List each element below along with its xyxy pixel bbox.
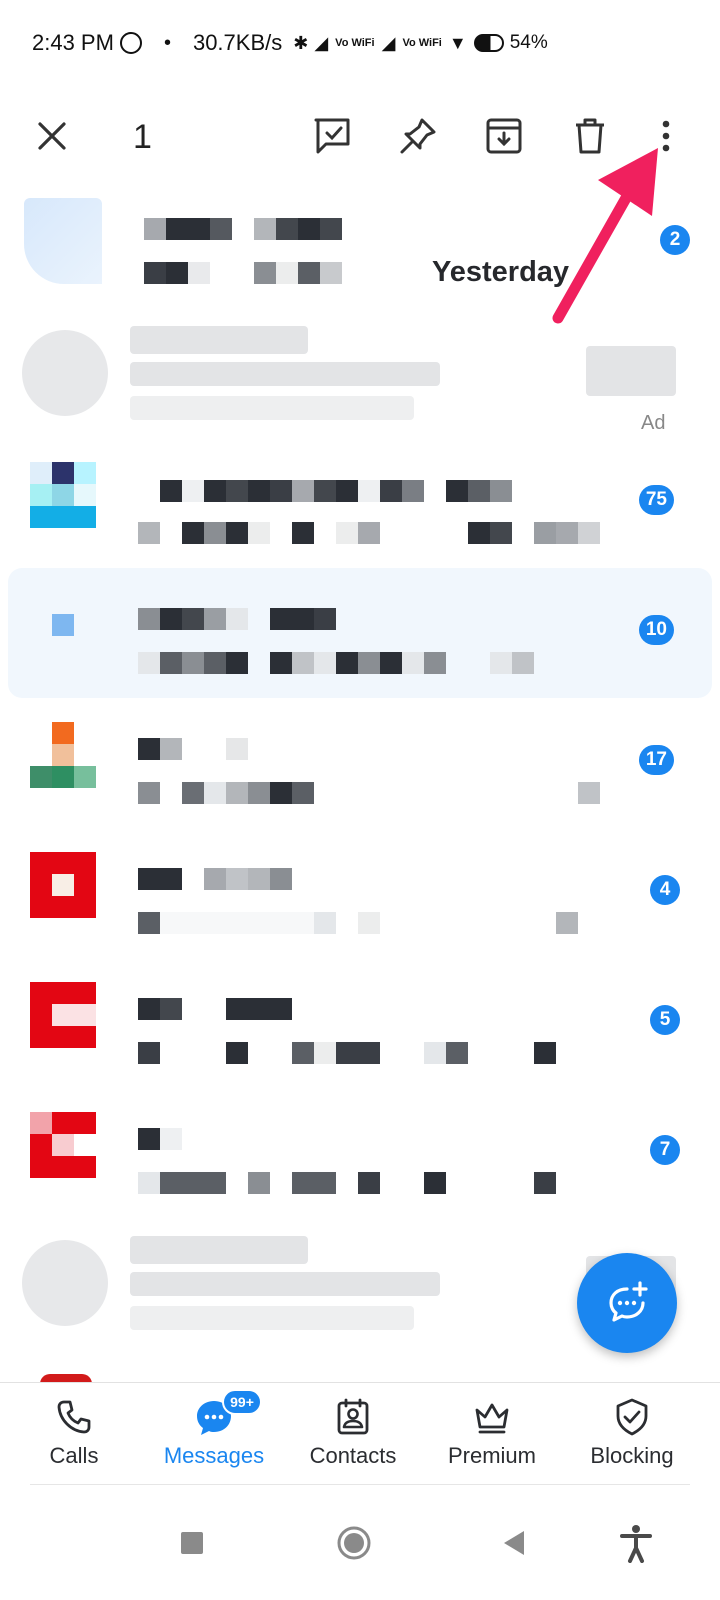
accessibility-icon[interactable] <box>616 1523 656 1563</box>
avatar <box>30 852 96 918</box>
nav-label: Premium <box>447 1443 536 1468</box>
unread-badge: 4 <box>650 875 680 905</box>
conversation-item[interactable]: 17 <box>0 698 720 828</box>
avatar <box>30 462 96 528</box>
nav-label: Blocking <box>590 1443 674 1468</box>
shield-check-icon <box>616 1398 648 1436</box>
conversation-item[interactable]: 75 <box>0 438 720 568</box>
avatar <box>30 1112 96 1178</box>
ad-title-placeholder <box>130 326 308 354</box>
back-icon[interactable] <box>494 1523 534 1563</box>
redacted-preview <box>138 522 600 544</box>
nav-premium[interactable]: Premium <box>422 1383 562 1485</box>
redacted-name <box>138 998 292 1020</box>
crown-icon <box>475 1403 509 1434</box>
redacted-preview <box>138 652 534 674</box>
conversation-item[interactable]: 5 <box>0 958 720 1088</box>
redacted-preview <box>144 262 342 284</box>
ad-line-placeholder <box>130 362 440 386</box>
redacted-name <box>138 868 292 890</box>
nav-messages[interactable]: 99+ Messages <box>144 1383 284 1485</box>
system-navigation-bar <box>0 1485 720 1600</box>
nav-label: Calls <box>49 1443 99 1468</box>
unread-badge: 75 <box>638 485 674 515</box>
unread-count-badge: 99+ <box>222 1389 262 1415</box>
unread-badge: 17 <box>638 745 674 775</box>
avatar <box>30 592 96 658</box>
avatar <box>24 198 102 284</box>
contacts-icon <box>337 1398 369 1435</box>
redacted-name <box>138 738 248 760</box>
network-speed: 30.7KB/s <box>192 30 283 55</box>
selected-count: 1 <box>133 118 152 156</box>
conversation-item[interactable]: 4 <box>0 828 720 958</box>
redacted-preview <box>138 1172 556 1194</box>
redacted-name <box>144 218 342 240</box>
signal-icon-2: ◢ <box>381 32 396 53</box>
close-icon[interactable] <box>30 114 74 158</box>
ad-title-placeholder <box>130 1236 308 1264</box>
whatsapp-icon <box>119 32 142 54</box>
vowifi-label-2: Vo WiFi <box>402 36 442 49</box>
signal-icon: ◢ <box>314 32 329 53</box>
conversation-item-selected[interactable]: 10 <box>8 568 712 698</box>
ad-line-placeholder <box>130 1306 414 1330</box>
archive-icon[interactable] <box>482 114 526 158</box>
bluetooth-icon: ✱ <box>293 32 309 53</box>
status-separator: • <box>163 31 171 54</box>
redacted-preview <box>138 912 578 934</box>
phone-icon <box>57 1400 91 1434</box>
home-icon[interactable] <box>334 1523 374 1563</box>
ad-avatar-placeholder <box>22 330 108 416</box>
status-bar: 2:43 PM • 30.7KB/s ✱ ◢ Vo WiFi ◢ Vo WiFi… <box>0 0 720 86</box>
bottom-navigation: Calls 99+ Messages Contacts Premium Bloc… <box>0 1382 720 1484</box>
ad-label: Ad <box>641 412 666 434</box>
conversation-item[interactable]: 7 <box>0 1088 720 1218</box>
pin-icon[interactable] <box>396 114 440 158</box>
redacted-name <box>160 480 512 502</box>
mark-read-icon[interactable] <box>310 114 354 158</box>
unread-badge: 10 <box>638 615 674 645</box>
redacted-name <box>138 1128 182 1150</box>
nav-contacts[interactable]: Contacts <box>283 1383 423 1485</box>
vowifi-label-1: Vo WiFi <box>335 36 375 49</box>
new-message-icon <box>609 1281 648 1322</box>
unread-badge: 5 <box>650 1005 680 1035</box>
battery-percent: 54% <box>509 32 548 53</box>
redacted-name <box>138 608 336 630</box>
recent-apps-icon[interactable] <box>172 1523 212 1563</box>
annotation-arrow-icon <box>552 148 658 324</box>
nav-label: Messages <box>163 1443 265 1468</box>
avatar <box>30 982 96 1048</box>
nav-blocking[interactable]: Blocking <box>562 1383 702 1485</box>
status-time: 2:43 PM <box>32 30 114 55</box>
ad-avatar-placeholder <box>22 1240 108 1326</box>
redacted-preview <box>138 782 600 804</box>
wifi-icon: ▼ <box>448 32 467 53</box>
avatar <box>30 722 96 788</box>
battery-icon <box>473 34 504 52</box>
new-message-button[interactable] <box>577 1253 677 1353</box>
ad-button-placeholder <box>586 346 676 396</box>
redacted-preview <box>138 1042 556 1064</box>
nav-label: Contacts <box>309 1443 397 1468</box>
unread-badge: 7 <box>650 1135 680 1165</box>
nav-calls[interactable]: Calls <box>4 1383 144 1485</box>
ad-line-placeholder <box>130 1272 440 1296</box>
ad-line-placeholder <box>130 396 414 420</box>
